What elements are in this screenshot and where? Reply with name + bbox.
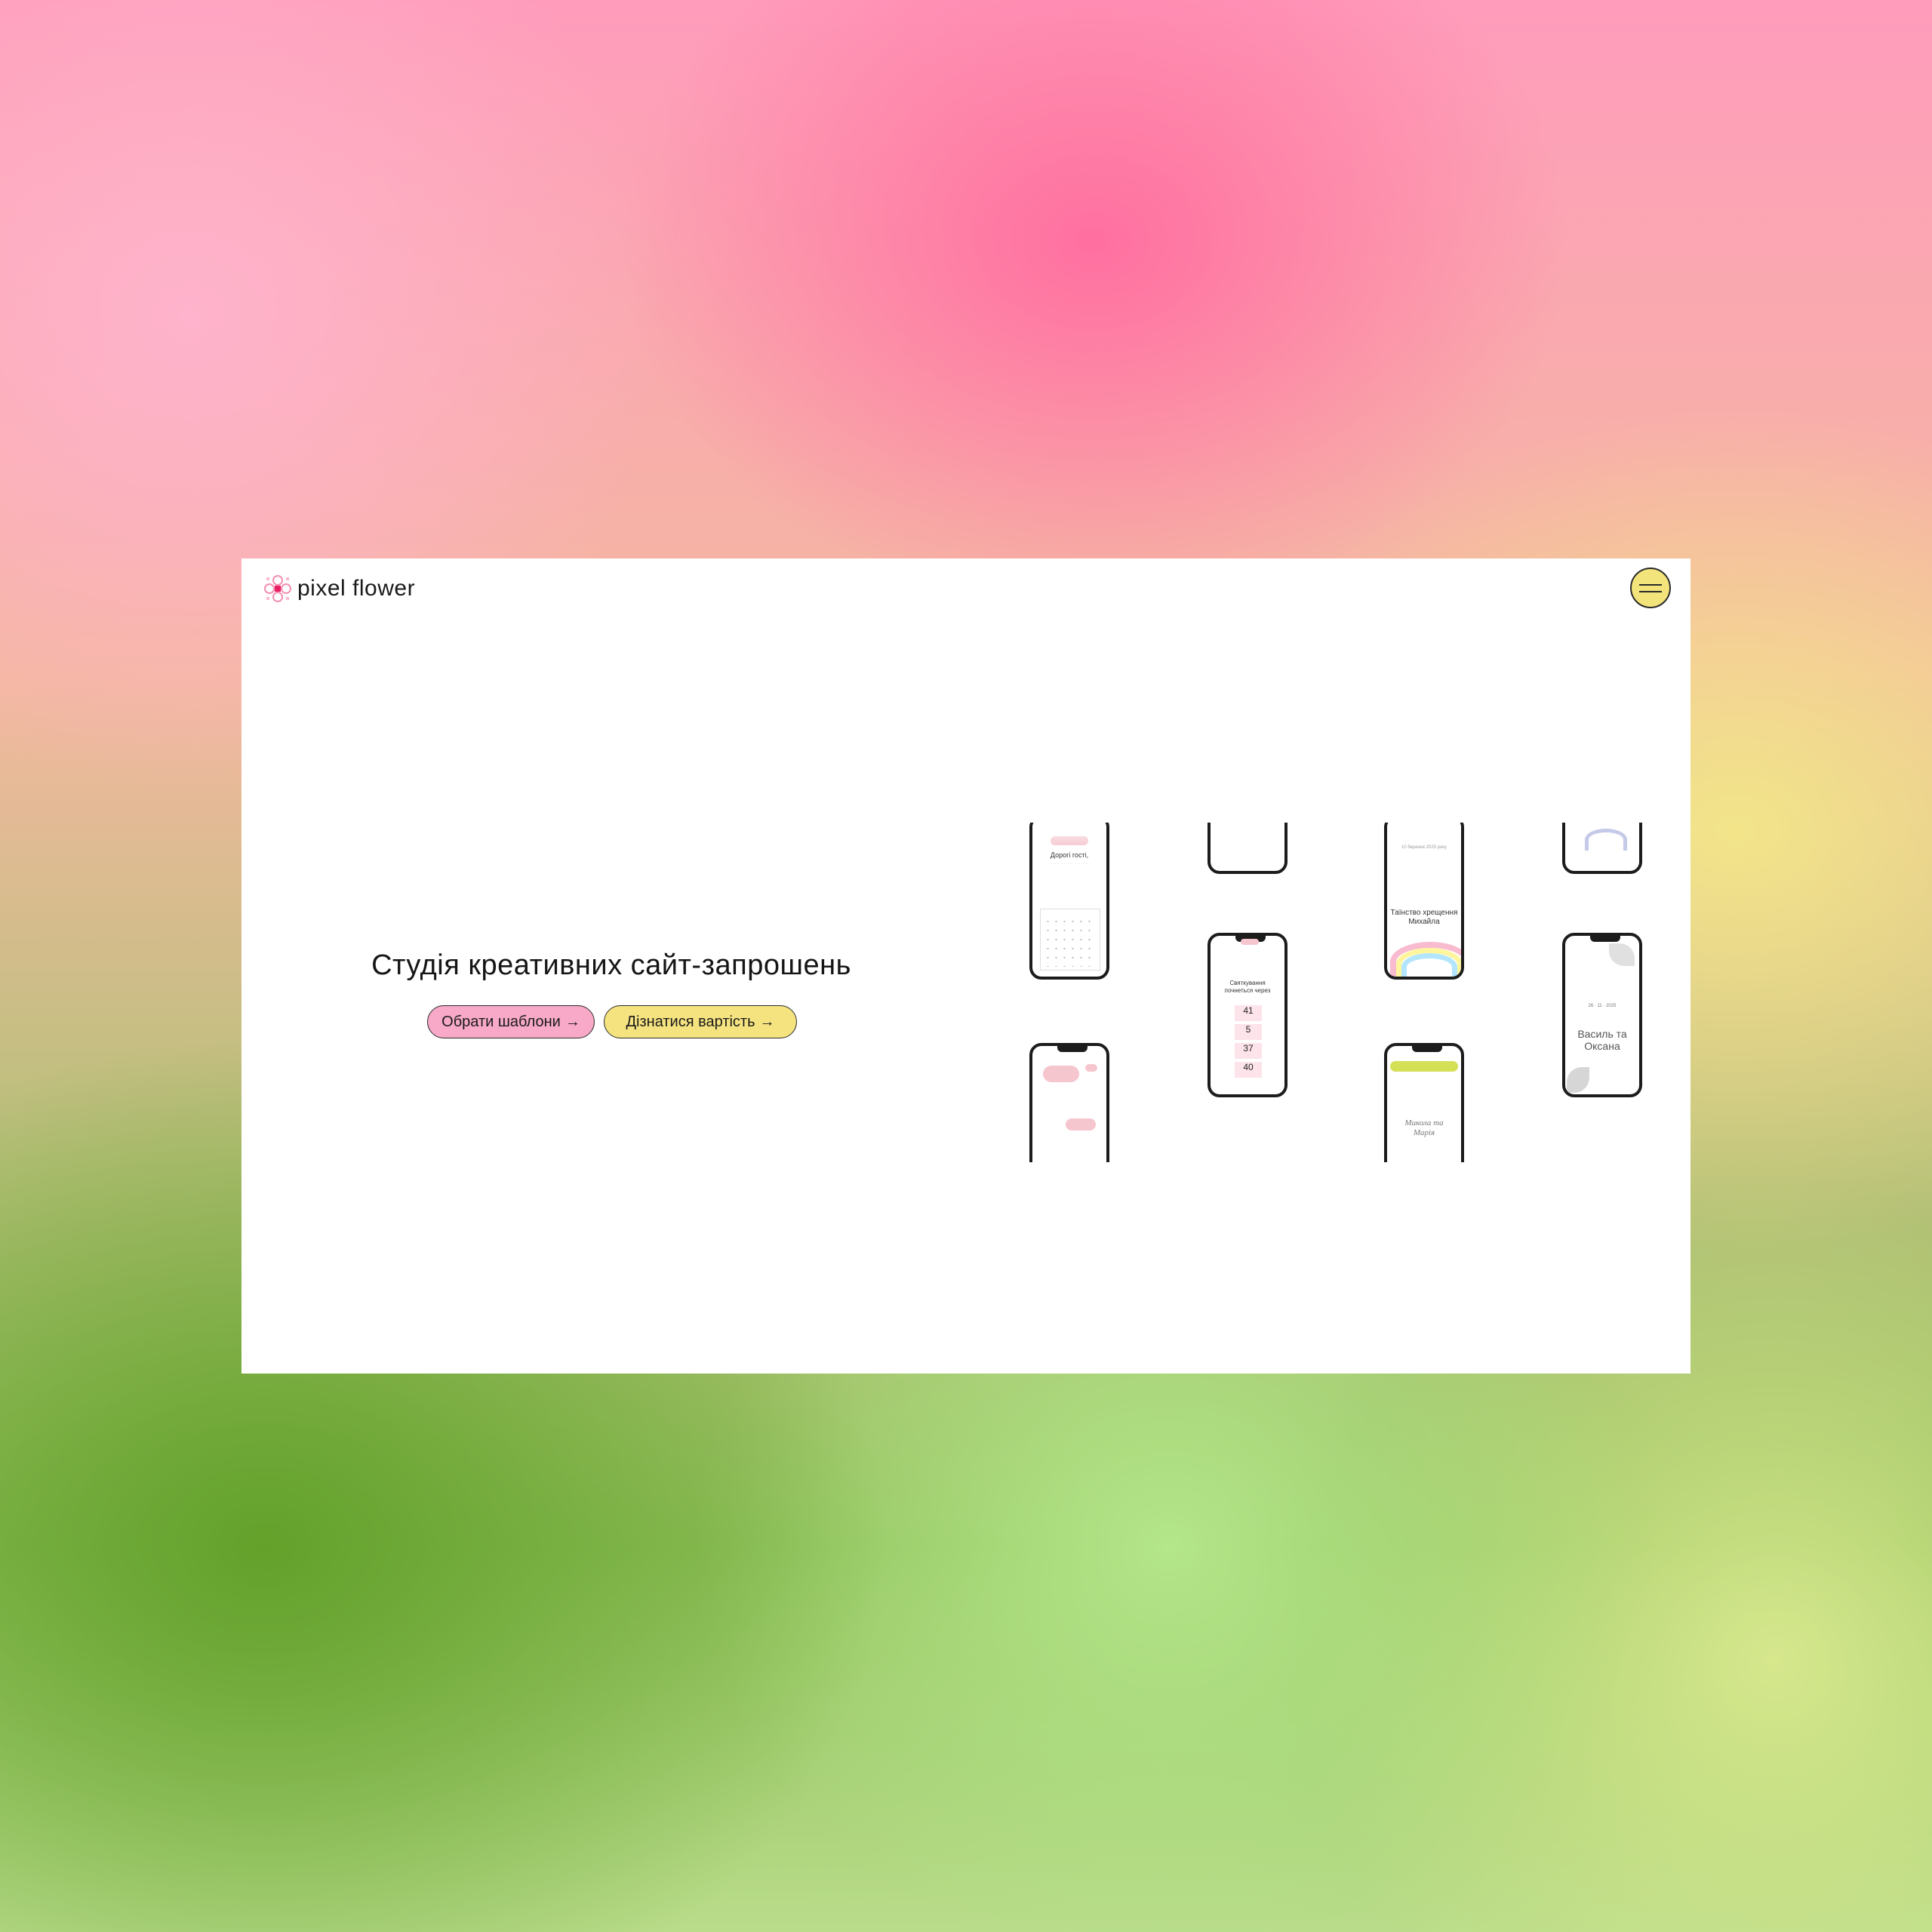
arrow-right-icon: → <box>565 1013 580 1030</box>
template-preview-olive-wedding[interactable]: 26 · 11 · 2025 Василь та Оксана <box>1562 933 1642 1097</box>
template-preview-countdown[interactable]: Святкування почнеться через 41 · 5 · 37 … <box>1208 933 1287 1097</box>
countdown-seconds: 40 · <box>1235 1062 1262 1078</box>
hamburger-icon-line <box>1639 590 1662 592</box>
template-preview-gallery: Дорогі гості, · · · · · · · · · · · · · … <box>1011 823 1645 1162</box>
choose-templates-button[interactable]: Обрати шаблони → <box>427 1005 595 1038</box>
countdown-value: 41 <box>1243 1005 1254 1016</box>
browser-page: pixel flower Студія креативних сайт-запр… <box>242 558 1690 1374</box>
preview-title: Таїнство хрещення Михайла <box>1390 909 1458 926</box>
flower-logo-icon <box>264 575 291 602</box>
countdown-hours: 5 · <box>1235 1024 1262 1040</box>
countdown-value: 40 <box>1243 1062 1254 1072</box>
olive-leaf-decoration <box>1609 943 1635 966</box>
cloud-decoration <box>1085 1064 1097 1072</box>
hamburger-icon-line <box>1639 583 1662 586</box>
countdown-days: 41 · <box>1235 1005 1262 1021</box>
leaf-garland-decoration <box>1390 1061 1458 1072</box>
learn-price-button[interactable]: Дізнатися вартість → <box>604 1005 797 1038</box>
countdown-minutes: 37 · <box>1235 1043 1262 1059</box>
template-preview-greenery[interactable]: Микола та Марія <box>1384 1043 1464 1162</box>
hero-actions: Обрати шаблони → Дізнатися вартість → <box>427 1005 797 1038</box>
arrow-right-icon: → <box>759 1013 775 1030</box>
countdown-value: 5 <box>1245 1024 1251 1035</box>
template-preview-pink-clouds[interactable] <box>1029 1043 1109 1162</box>
template-preview-baptism-calendar[interactable]: Дорогі гості, · · · · · · · · · · · · · … <box>1029 823 1109 980</box>
template-preview-floral[interactable] <box>1208 823 1287 874</box>
preview-names: Микола та Марія <box>1404 1118 1444 1137</box>
hero-title: Студія креативних сайт-запрошень <box>371 949 851 981</box>
choose-templates-label: Обрати шаблони <box>441 1013 561 1030</box>
learn-price-label: Дізнатися вартість <box>626 1013 755 1030</box>
olive-leaf-decoration <box>1567 1067 1589 1093</box>
cloud-decoration <box>1043 1066 1079 1082</box>
preview-heading: Дорогі гості, <box>1050 851 1089 859</box>
countdown-heading: Святкування почнеться через <box>1224 980 1271 994</box>
template-preview-baptism-rainbow[interactable]: 10 березня 2025 року Таїнство хрещення М… <box>1384 823 1464 980</box>
logo[interactable]: pixel flower <box>263 574 415 604</box>
site-header: pixel flower <box>242 558 1690 619</box>
calendar-widget <box>1040 909 1100 971</box>
bow-decoration <box>1241 939 1259 945</box>
preview-body-text: · · · · · · · · · · · · · · · · · · · · <box>1051 862 1088 866</box>
menu-button[interactable] <box>1630 568 1671 608</box>
template-preview-pastel-rainbow[interactable] <box>1562 823 1642 874</box>
countdown-value: 37 <box>1243 1043 1254 1054</box>
rainbow-decoration <box>1585 829 1627 851</box>
cloud-decoration <box>1066 1118 1096 1131</box>
preview-date: 26 · 11 · 2025 <box>1588 1004 1617 1008</box>
logo-text: pixel flower <box>297 576 416 601</box>
preview-names: Василь та Оксана <box>1577 1028 1627 1052</box>
